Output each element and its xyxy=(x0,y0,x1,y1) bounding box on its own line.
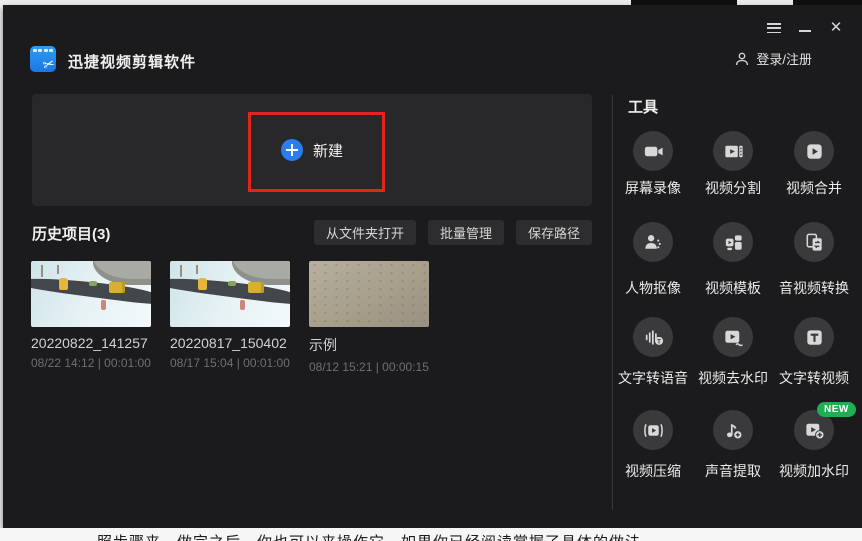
login-register-button[interactable]: 登录/注册 xyxy=(734,49,812,68)
tool-label: 视频合并 xyxy=(786,180,842,196)
tool-label: 视频加水印 xyxy=(779,463,849,479)
history-section-title: 历史项目(3) xyxy=(32,226,111,243)
app-logo-icon: ✂ xyxy=(30,46,56,72)
project-thumbnail[interactable] xyxy=(170,261,290,327)
app-title: 迅捷视频剪辑软件 xyxy=(68,54,197,71)
project-thumbnail[interactable] xyxy=(309,261,429,327)
video-merge-icon xyxy=(794,131,834,171)
new-badge: NEW xyxy=(817,402,856,417)
close-icon[interactable]: ✕ xyxy=(828,20,844,35)
menu-icon[interactable] xyxy=(766,21,782,35)
history-actions: 从文件夹打开 批量管理 保存路径 xyxy=(313,220,592,245)
video-split-icon xyxy=(713,131,753,171)
menu-icon-glyph xyxy=(767,23,781,33)
project-meta: 08/17 15:04 | 00:01:00 xyxy=(170,356,290,370)
save-path-button[interactable]: 保存路径 xyxy=(515,220,592,245)
project-card[interactable]: 20220822_141257 08/22 14:12 | 00:01:00 xyxy=(31,261,151,374)
av-convert-icon xyxy=(794,222,834,262)
tool-text-to-video[interactable]: 文字转视频 xyxy=(764,317,862,388)
project-meta: 08/12 15:21 | 00:00:15 xyxy=(309,360,429,374)
tool-video-merge[interactable]: 视频合并 xyxy=(764,131,862,198)
background-document-text: 照步骤来。做完之后，你也可以来操作它。如果你已经阅读掌握了具体的做法， xyxy=(0,528,862,541)
project-card[interactable]: 20220817_150402 08/17 15:04 | 00:01:00 xyxy=(170,261,290,374)
person-cutout-icon xyxy=(633,222,673,262)
background-text-line: 照步骤来。做完之后，你也可以来操作它。如果你已经阅读掌握了具体的做法， xyxy=(97,531,657,541)
open-from-folder-button[interactable]: 从文件夹打开 xyxy=(313,220,416,245)
screen-record-icon xyxy=(633,131,673,171)
user-icon xyxy=(736,52,749,65)
text-to-video-icon xyxy=(794,317,834,357)
minimize-icon-glyph xyxy=(799,30,811,32)
annotation-highlight-box xyxy=(248,112,385,192)
minimize-icon[interactable] xyxy=(797,21,813,35)
project-list: 20220822_141257 08/22 14:12 | 00:01:00 202… xyxy=(31,261,448,374)
login-register-label: 登录/注册 xyxy=(756,52,812,67)
app-window: ✕ ✂ 迅捷视频剪辑软件 登录/注册 新建 历史项目(3) 从文件夹打开 批量管… xyxy=(3,5,862,528)
audio-extract-icon xyxy=(713,410,753,450)
scissors-icon: ✂ xyxy=(41,54,56,72)
tool-label: 音视频转换 xyxy=(779,280,849,296)
film-holes xyxy=(33,49,53,52)
tool-label: 文字转视频 xyxy=(779,370,849,386)
project-card[interactable]: 示例 08/12 15:21 | 00:00:15 xyxy=(309,261,429,374)
project-thumbnail[interactable] xyxy=(31,261,151,327)
project-name: 20220822_141257 xyxy=(31,335,148,351)
tool-av-convert[interactable]: 音视频转换 xyxy=(764,222,862,298)
tool-watermark-add[interactable]: 视频加水印 NEW xyxy=(764,402,862,481)
video-template-icon xyxy=(713,222,753,262)
tools-section-title: 工具 xyxy=(628,99,659,116)
svg-text:T: T xyxy=(657,338,661,345)
project-name: 20220817_150402 xyxy=(170,335,287,351)
project-meta: 08/22 14:12 | 00:01:00 xyxy=(31,356,151,370)
text-to-speech-icon: T xyxy=(633,317,673,357)
watermark-remove-icon xyxy=(713,317,753,357)
batch-manage-button[interactable]: 批量管理 xyxy=(427,220,504,245)
project-name: 示例 xyxy=(309,337,337,353)
video-compress-icon xyxy=(633,410,673,450)
titlebar-controls: ✕ xyxy=(766,20,844,35)
